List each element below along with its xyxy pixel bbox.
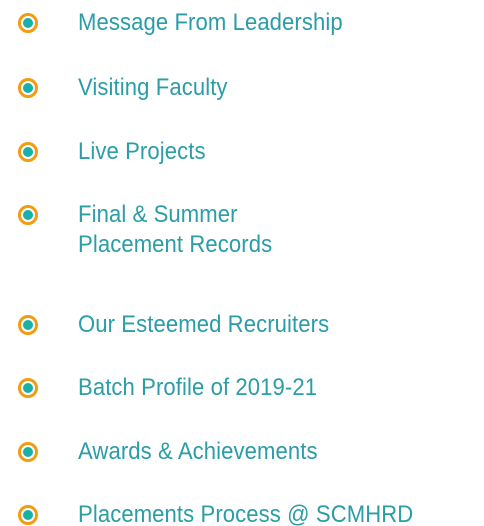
menu-item-label-line: Batch Profile of 2019-21 bbox=[78, 374, 318, 401]
menu-item-label: Final & Summer Placement Records bbox=[78, 200, 272, 260]
menu-item-label: Visiting Faculty bbox=[78, 73, 228, 103]
radio-bullet-icon bbox=[18, 378, 38, 398]
menu-item-label: Awards & Achievements bbox=[78, 437, 318, 467]
menu-item-label: Our Esteemed Recruiters bbox=[78, 310, 329, 340]
menu-item-label-line: Placement Records bbox=[78, 231, 273, 258]
menu-item-label-line: Live Projects bbox=[78, 138, 206, 165]
radio-bullet-icon bbox=[18, 78, 38, 98]
menu-item-label-line: Visiting Faculty bbox=[78, 74, 228, 101]
menu-item-label: Batch Profile of 2019-21 bbox=[78, 373, 317, 403]
radio-bullet-icon bbox=[18, 205, 38, 225]
radio-bullet-icon bbox=[18, 442, 38, 462]
menu-item-placements-process[interactable]: Placements Process @ SCMHRD bbox=[18, 500, 442, 526]
menu-item-label-line: Message From Leadership bbox=[78, 9, 343, 36]
menu-item-label: Message From Leadership bbox=[78, 8, 343, 38]
menu-item-our-esteemed-recruiters[interactable]: Our Esteemed Recruiters bbox=[18, 310, 351, 340]
menu-item-final-summer-placement-records[interactable]: Final & Summer Placement Records bbox=[18, 200, 289, 260]
menu-item-label-line: Final & Summer bbox=[78, 201, 238, 228]
radio-bullet-icon bbox=[18, 142, 38, 162]
placement-menu-list: Message From Leadership Visiting Faculty… bbox=[0, 0, 484, 526]
radio-bullet-icon bbox=[18, 13, 38, 33]
menu-item-label-line: Awards & Achievements bbox=[78, 438, 318, 465]
menu-item-visiting-faculty[interactable]: Visiting Faculty bbox=[18, 73, 241, 103]
menu-item-awards-achievements[interactable]: Awards & Achievements bbox=[18, 437, 338, 467]
menu-item-batch-profile[interactable]: Batch Profile of 2019-21 bbox=[18, 373, 338, 403]
radio-bullet-icon bbox=[18, 505, 38, 525]
menu-item-label: Placements Process @ SCMHRD bbox=[78, 500, 413, 526]
radio-bullet-icon bbox=[18, 315, 38, 335]
menu-item-live-projects[interactable]: Live Projects bbox=[18, 137, 217, 167]
menu-item-message-from-leadership[interactable]: Message From Leadership bbox=[18, 8, 366, 38]
menu-item-label-line: Our Esteemed Recruiters bbox=[78, 311, 330, 338]
menu-item-label: Live Projects bbox=[78, 137, 206, 167]
menu-item-label-line: Placements Process @ SCMHRD bbox=[78, 501, 414, 526]
